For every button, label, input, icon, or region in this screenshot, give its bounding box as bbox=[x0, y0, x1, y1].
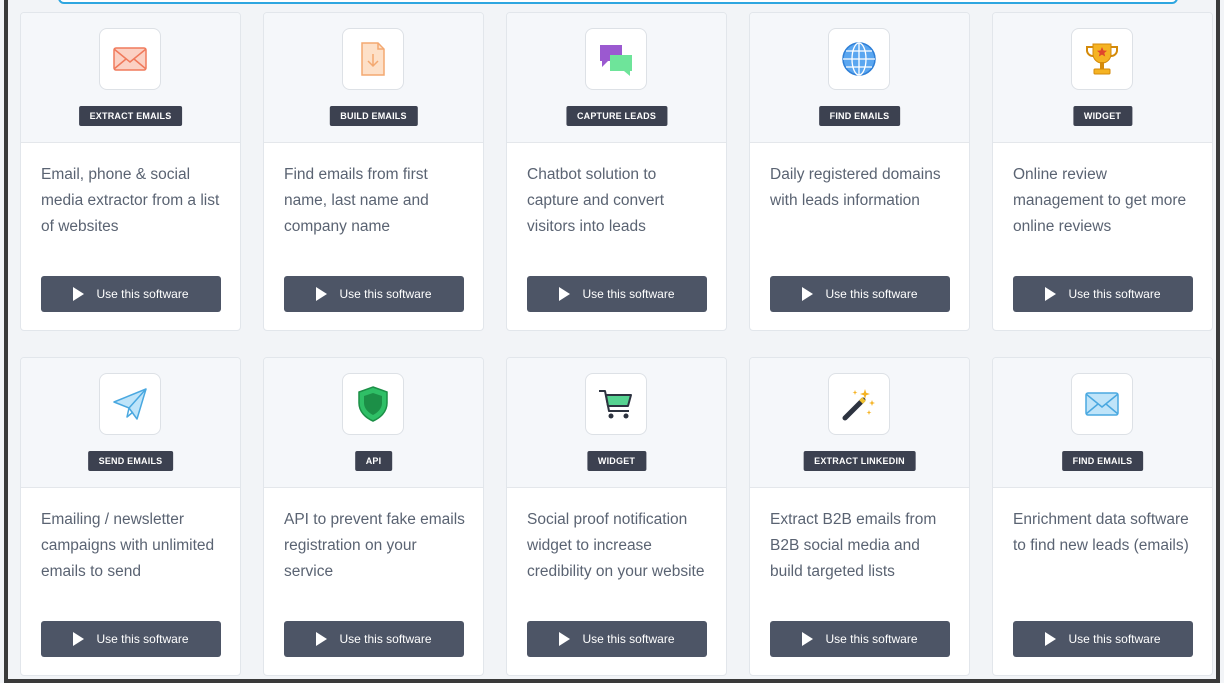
use-software-button[interactable]: Use this software bbox=[284, 621, 464, 657]
button-label: Use this software bbox=[825, 632, 918, 646]
category-badge: FIND EMAILS bbox=[818, 106, 901, 126]
use-software-button[interactable]: Use this software bbox=[284, 276, 464, 312]
category-badge: CAPTURE LEADS bbox=[565, 106, 668, 126]
button-label: Use this software bbox=[582, 632, 675, 646]
software-card: SEND EMAILS Emailing / newsletter campai… bbox=[20, 357, 241, 676]
card-description: Enrichment data software to find new lea… bbox=[1013, 511, 1189, 554]
icon-container bbox=[585, 28, 647, 90]
button-label: Use this software bbox=[582, 287, 675, 301]
button-label: Use this software bbox=[339, 287, 432, 301]
icon-container bbox=[99, 373, 161, 435]
play-icon bbox=[559, 287, 571, 301]
card-description: Find emails from first name, last name a… bbox=[284, 166, 429, 235]
card-header: CAPTURE LEADS bbox=[507, 13, 726, 143]
category-badge: EXTRACT EMAILS bbox=[78, 106, 183, 126]
card-description: API to prevent fake emails registration … bbox=[284, 511, 465, 580]
globe-icon bbox=[842, 42, 876, 76]
card-description: Social proof notification widget to incr… bbox=[527, 511, 705, 580]
category-badge: WIDGET bbox=[586, 451, 647, 471]
category-badge: FIND EMAILS bbox=[1061, 451, 1144, 471]
use-software-button[interactable]: Use this software bbox=[41, 276, 221, 312]
software-card: API API to prevent fake emails registrat… bbox=[263, 357, 484, 676]
software-card: EXTRACT LINKEDIN Extract B2B emails from… bbox=[749, 357, 970, 676]
use-software-button[interactable]: Use this software bbox=[770, 621, 950, 657]
button-label: Use this software bbox=[1068, 287, 1161, 301]
use-software-button[interactable]: Use this software bbox=[41, 621, 221, 657]
shield-icon bbox=[358, 386, 388, 422]
cart-icon bbox=[599, 390, 632, 419]
card-header: EXTRACT EMAILS bbox=[21, 13, 240, 143]
button-label: Use this software bbox=[96, 287, 189, 301]
card-header: FIND EMAILS bbox=[750, 13, 969, 143]
top-banner-edge bbox=[58, 0, 1178, 4]
paper-plane-icon bbox=[113, 388, 147, 420]
play-icon bbox=[316, 632, 328, 646]
icon-container bbox=[1071, 373, 1133, 435]
icon-container bbox=[585, 373, 647, 435]
icon-container bbox=[828, 28, 890, 90]
icon-container bbox=[342, 373, 404, 435]
card-header: API bbox=[264, 358, 483, 488]
software-card: WIDGET Online review management to get m… bbox=[992, 12, 1213, 331]
use-software-button[interactable]: Use this software bbox=[770, 276, 950, 312]
card-description: Daily registered domains with leads info… bbox=[770, 166, 941, 209]
button-label: Use this software bbox=[1068, 632, 1161, 646]
play-icon bbox=[1045, 632, 1057, 646]
play-icon bbox=[802, 632, 814, 646]
play-icon bbox=[1045, 287, 1057, 301]
category-badge: EXTRACT LINKEDIN bbox=[803, 451, 916, 471]
software-card: FIND EMAILS Daily registered domains wit… bbox=[749, 12, 970, 331]
card-description: Chatbot solution to capture and convert … bbox=[527, 166, 665, 235]
software-card: EXTRACT EMAILS Email, phone & social med… bbox=[20, 12, 241, 331]
play-icon bbox=[73, 287, 85, 301]
card-header: FIND EMAILS bbox=[993, 358, 1212, 488]
use-software-button[interactable]: Use this software bbox=[527, 621, 707, 657]
play-icon bbox=[559, 632, 571, 646]
card-description: Extract B2B emails from B2B social media… bbox=[770, 511, 937, 580]
use-software-button[interactable]: Use this software bbox=[527, 276, 707, 312]
play-icon bbox=[73, 632, 85, 646]
card-description: Email, phone & social media extractor fr… bbox=[41, 166, 220, 235]
card-header: WIDGET bbox=[507, 358, 726, 488]
chat-bubbles-icon bbox=[600, 45, 632, 76]
icon-container bbox=[342, 28, 404, 90]
software-card: CAPTURE LEADS Chatbot solution to captur… bbox=[506, 12, 727, 331]
card-header: SEND EMAILS bbox=[21, 358, 240, 488]
card-header: EXTRACT LINKEDIN bbox=[750, 358, 969, 488]
use-software-button[interactable]: Use this software bbox=[1013, 621, 1193, 657]
card-description: Emailing / newsletter campaigns with unl… bbox=[41, 511, 215, 580]
category-badge: BUILD EMAILS bbox=[329, 106, 418, 126]
card-description: Online review management to get more onl… bbox=[1013, 166, 1187, 235]
icon-container bbox=[99, 28, 161, 90]
envelope-blue-icon bbox=[1085, 392, 1119, 416]
use-software-button[interactable]: Use this software bbox=[1013, 276, 1193, 312]
button-label: Use this software bbox=[96, 632, 189, 646]
card-header: WIDGET bbox=[993, 13, 1212, 143]
software-card: FIND EMAILS Enrichment data software to … bbox=[992, 357, 1213, 676]
trophy-icon bbox=[1086, 43, 1118, 75]
icon-container bbox=[828, 373, 890, 435]
play-icon bbox=[802, 287, 814, 301]
category-badge: WIDGET bbox=[1072, 106, 1133, 126]
envelope-icon bbox=[113, 47, 147, 71]
software-card: WIDGET Social proof notification widget … bbox=[506, 357, 727, 676]
category-badge: SEND EMAILS bbox=[87, 451, 174, 471]
icon-container bbox=[1071, 28, 1133, 90]
button-label: Use this software bbox=[339, 632, 432, 646]
play-icon bbox=[316, 287, 328, 301]
document-download-icon bbox=[361, 42, 385, 76]
card-header: BUILD EMAILS bbox=[264, 13, 483, 143]
software-grid: EXTRACT EMAILS Email, phone & social med… bbox=[20, 12, 1213, 676]
magic-wand-icon bbox=[842, 389, 875, 421]
category-badge: API bbox=[354, 451, 393, 471]
button-label: Use this software bbox=[825, 287, 918, 301]
software-card: BUILD EMAILS Find emails from first name… bbox=[263, 12, 484, 331]
